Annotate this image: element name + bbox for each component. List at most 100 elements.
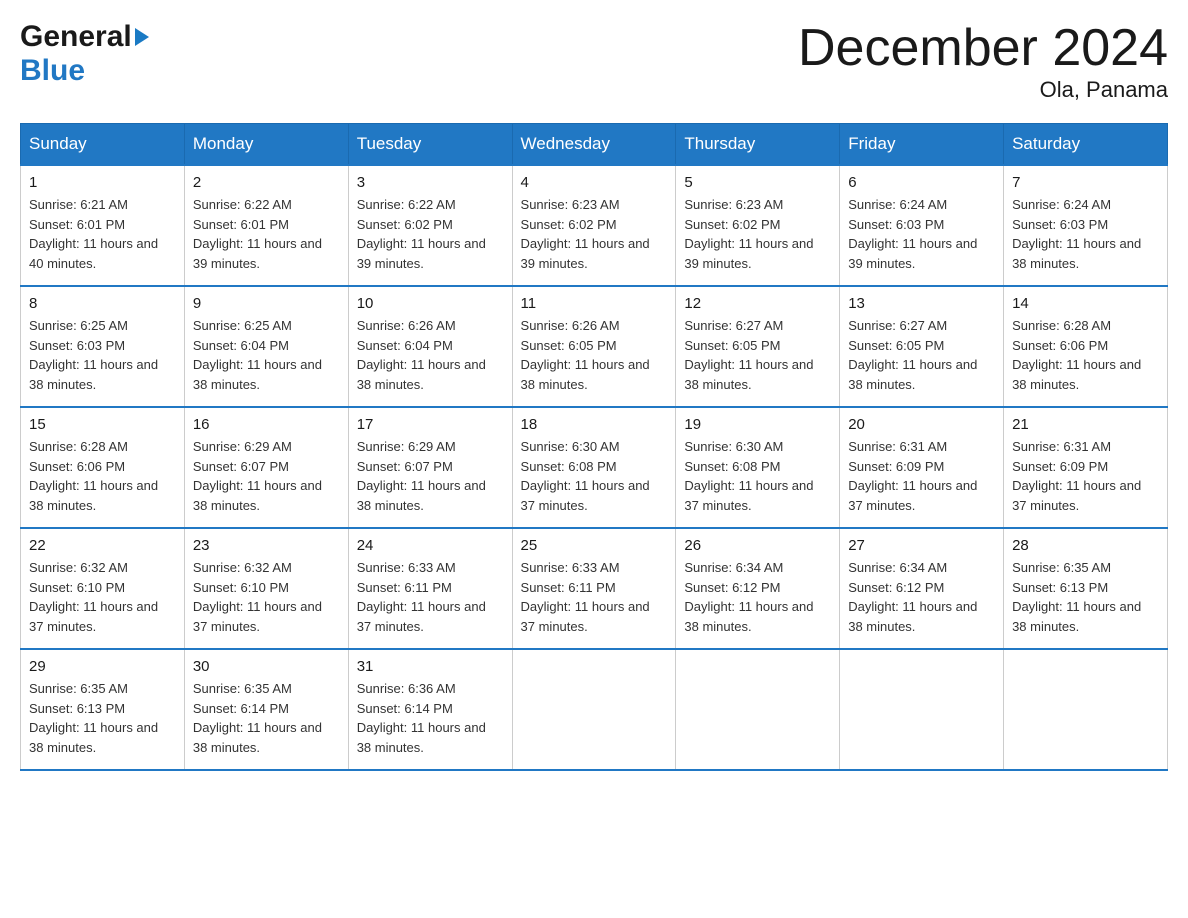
- day-number: 6: [848, 174, 995, 191]
- day-info: Sunrise: 6:34 AMSunset: 6:12 PMDaylight:…: [684, 560, 813, 634]
- col-tuesday: Tuesday: [348, 124, 512, 166]
- table-row: 6 Sunrise: 6:24 AMSunset: 6:03 PMDayligh…: [840, 165, 1004, 286]
- day-info: Sunrise: 6:31 AMSunset: 6:09 PMDaylight:…: [848, 439, 977, 513]
- table-row: 13 Sunrise: 6:27 AMSunset: 6:05 PMDaylig…: [840, 286, 1004, 407]
- table-row: 10 Sunrise: 6:26 AMSunset: 6:04 PMDaylig…: [348, 286, 512, 407]
- day-number: 21: [1012, 416, 1159, 433]
- day-number: 25: [521, 537, 668, 554]
- day-info: Sunrise: 6:33 AMSunset: 6:11 PMDaylight:…: [521, 560, 650, 634]
- col-wednesday: Wednesday: [512, 124, 676, 166]
- table-row: 16 Sunrise: 6:29 AMSunset: 6:07 PMDaylig…: [184, 407, 348, 528]
- logo-general-text: General: [20, 20, 132, 54]
- col-sunday: Sunday: [21, 124, 185, 166]
- day-info: Sunrise: 6:24 AMSunset: 6:03 PMDaylight:…: [848, 197, 977, 271]
- day-info: Sunrise: 6:28 AMSunset: 6:06 PMDaylight:…: [29, 439, 158, 513]
- col-saturday: Saturday: [1004, 124, 1168, 166]
- day-info: Sunrise: 6:30 AMSunset: 6:08 PMDaylight:…: [521, 439, 650, 513]
- table-row: 23 Sunrise: 6:32 AMSunset: 6:10 PMDaylig…: [184, 528, 348, 649]
- day-info: Sunrise: 6:35 AMSunset: 6:13 PMDaylight:…: [1012, 560, 1141, 634]
- day-number: 29: [29, 658, 176, 675]
- table-row: 2 Sunrise: 6:22 AMSunset: 6:01 PMDayligh…: [184, 165, 348, 286]
- day-info: Sunrise: 6:28 AMSunset: 6:06 PMDaylight:…: [1012, 318, 1141, 392]
- table-row: 31 Sunrise: 6:36 AMSunset: 6:14 PMDaylig…: [348, 649, 512, 770]
- table-row: 22 Sunrise: 6:32 AMSunset: 6:10 PMDaylig…: [21, 528, 185, 649]
- day-number: 19: [684, 416, 831, 433]
- logo-blue-text: Blue: [20, 54, 85, 88]
- day-info: Sunrise: 6:27 AMSunset: 6:05 PMDaylight:…: [848, 318, 977, 392]
- day-info: Sunrise: 6:25 AMSunset: 6:03 PMDaylight:…: [29, 318, 158, 392]
- table-row: 24 Sunrise: 6:33 AMSunset: 6:11 PMDaylig…: [348, 528, 512, 649]
- table-row: 8 Sunrise: 6:25 AMSunset: 6:03 PMDayligh…: [21, 286, 185, 407]
- table-row: 5 Sunrise: 6:23 AMSunset: 6:02 PMDayligh…: [676, 165, 840, 286]
- day-number: 11: [521, 295, 668, 312]
- day-info: Sunrise: 6:22 AMSunset: 6:02 PMDaylight:…: [357, 197, 486, 271]
- month-title: December 2024: [798, 20, 1168, 77]
- day-number: 30: [193, 658, 340, 675]
- calendar-week-row: 22 Sunrise: 6:32 AMSunset: 6:10 PMDaylig…: [21, 528, 1168, 649]
- day-info: Sunrise: 6:22 AMSunset: 6:01 PMDaylight:…: [193, 197, 322, 271]
- day-number: 20: [848, 416, 995, 433]
- day-number: 22: [29, 537, 176, 554]
- table-row: [1004, 649, 1168, 770]
- header-title-block: December 2024 Ola, Panama: [798, 20, 1168, 103]
- day-number: 17: [357, 416, 504, 433]
- table-row: 20 Sunrise: 6:31 AMSunset: 6:09 PMDaylig…: [840, 407, 1004, 528]
- day-info: Sunrise: 6:33 AMSunset: 6:11 PMDaylight:…: [357, 560, 486, 634]
- page-header: General Blue December 2024 Ola, Panama: [20, 20, 1168, 103]
- table-row: 12 Sunrise: 6:27 AMSunset: 6:05 PMDaylig…: [676, 286, 840, 407]
- table-row: 7 Sunrise: 6:24 AMSunset: 6:03 PMDayligh…: [1004, 165, 1168, 286]
- calendar-table: Sunday Monday Tuesday Wednesday Thursday…: [20, 123, 1168, 771]
- day-number: 10: [357, 295, 504, 312]
- day-info: Sunrise: 6:29 AMSunset: 6:07 PMDaylight:…: [357, 439, 486, 513]
- day-number: 26: [684, 537, 831, 554]
- day-number: 2: [193, 174, 340, 191]
- day-number: 3: [357, 174, 504, 191]
- day-number: 15: [29, 416, 176, 433]
- day-info: Sunrise: 6:32 AMSunset: 6:10 PMDaylight:…: [193, 560, 322, 634]
- table-row: 30 Sunrise: 6:35 AMSunset: 6:14 PMDaylig…: [184, 649, 348, 770]
- day-info: Sunrise: 6:30 AMSunset: 6:08 PMDaylight:…: [684, 439, 813, 513]
- day-number: 27: [848, 537, 995, 554]
- day-info: Sunrise: 6:26 AMSunset: 6:04 PMDaylight:…: [357, 318, 486, 392]
- day-info: Sunrise: 6:26 AMSunset: 6:05 PMDaylight:…: [521, 318, 650, 392]
- table-row: [676, 649, 840, 770]
- table-row: 9 Sunrise: 6:25 AMSunset: 6:04 PMDayligh…: [184, 286, 348, 407]
- day-number: 9: [193, 295, 340, 312]
- day-number: 31: [357, 658, 504, 675]
- col-thursday: Thursday: [676, 124, 840, 166]
- table-row: 4 Sunrise: 6:23 AMSunset: 6:02 PMDayligh…: [512, 165, 676, 286]
- day-info: Sunrise: 6:23 AMSunset: 6:02 PMDaylight:…: [521, 197, 650, 271]
- calendar-week-row: 15 Sunrise: 6:28 AMSunset: 6:06 PMDaylig…: [21, 407, 1168, 528]
- table-row: [512, 649, 676, 770]
- col-friday: Friday: [840, 124, 1004, 166]
- day-number: 5: [684, 174, 831, 191]
- day-info: Sunrise: 6:35 AMSunset: 6:13 PMDaylight:…: [29, 681, 158, 755]
- location-label: Ola, Panama: [798, 77, 1168, 103]
- day-info: Sunrise: 6:31 AMSunset: 6:09 PMDaylight:…: [1012, 439, 1141, 513]
- day-info: Sunrise: 6:24 AMSunset: 6:03 PMDaylight:…: [1012, 197, 1141, 271]
- day-number: 14: [1012, 295, 1159, 312]
- day-info: Sunrise: 6:35 AMSunset: 6:14 PMDaylight:…: [193, 681, 322, 755]
- logo-triangle-icon: [135, 28, 149, 46]
- day-number: 7: [1012, 174, 1159, 191]
- day-number: 24: [357, 537, 504, 554]
- day-number: 1: [29, 174, 176, 191]
- col-monday: Monday: [184, 124, 348, 166]
- table-row: 25 Sunrise: 6:33 AMSunset: 6:11 PMDaylig…: [512, 528, 676, 649]
- table-row: 11 Sunrise: 6:26 AMSunset: 6:05 PMDaylig…: [512, 286, 676, 407]
- day-info: Sunrise: 6:32 AMSunset: 6:10 PMDaylight:…: [29, 560, 158, 634]
- table-row: 26 Sunrise: 6:34 AMSunset: 6:12 PMDaylig…: [676, 528, 840, 649]
- logo: General Blue: [20, 20, 149, 88]
- calendar-week-row: 8 Sunrise: 6:25 AMSunset: 6:03 PMDayligh…: [21, 286, 1168, 407]
- day-number: 28: [1012, 537, 1159, 554]
- table-row: 15 Sunrise: 6:28 AMSunset: 6:06 PMDaylig…: [21, 407, 185, 528]
- day-info: Sunrise: 6:21 AMSunset: 6:01 PMDaylight:…: [29, 197, 158, 271]
- day-number: 18: [521, 416, 668, 433]
- day-number: 23: [193, 537, 340, 554]
- table-row: 18 Sunrise: 6:30 AMSunset: 6:08 PMDaylig…: [512, 407, 676, 528]
- day-info: Sunrise: 6:36 AMSunset: 6:14 PMDaylight:…: [357, 681, 486, 755]
- table-row: 21 Sunrise: 6:31 AMSunset: 6:09 PMDaylig…: [1004, 407, 1168, 528]
- day-number: 4: [521, 174, 668, 191]
- day-info: Sunrise: 6:34 AMSunset: 6:12 PMDaylight:…: [848, 560, 977, 634]
- day-number: 16: [193, 416, 340, 433]
